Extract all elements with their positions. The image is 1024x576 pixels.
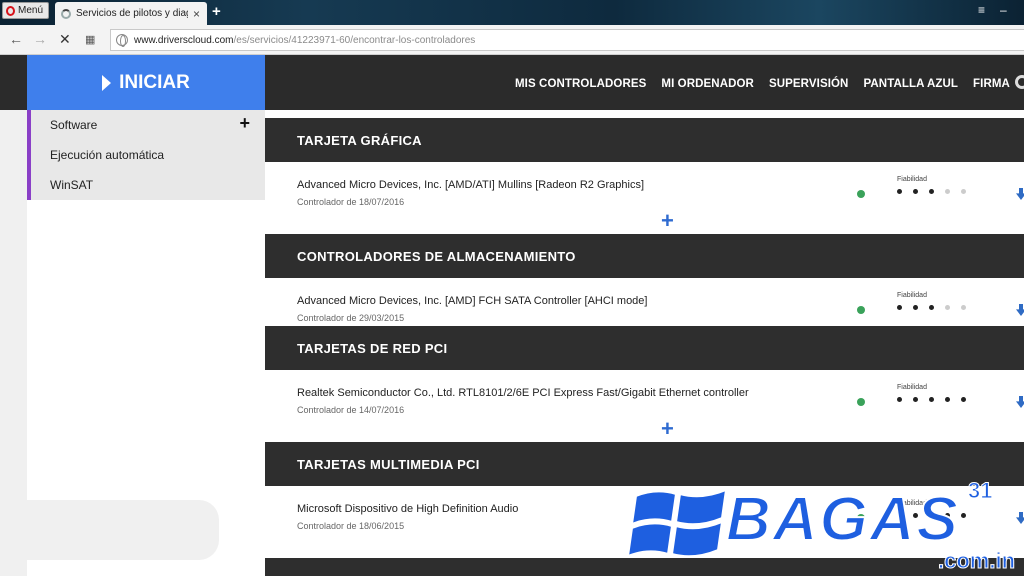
reliability-dot: [961, 189, 966, 194]
reliability-dot: [913, 189, 918, 194]
forward-arrow-icon[interactable]: →: [33, 31, 47, 47]
sidebar-item-label: Ejecución automática: [50, 148, 165, 162]
reliability-rating: [897, 189, 966, 194]
reliability-dot: [929, 189, 934, 194]
browser-tab-bar: Menú Servicios de pilotos y diag × + ≡ –: [0, 0, 1024, 25]
start-label: INICIAR: [119, 71, 190, 93]
speed-dial-icon[interactable]: ▦: [85, 33, 95, 46]
reliability-dot: [929, 305, 934, 310]
driver-row[interactable]: Realtek Semiconductor Co., Ltd. RTL8101/…: [265, 380, 1024, 428]
driver-name: Realtek Semiconductor Co., Ltd. RTL8101/…: [297, 387, 749, 399]
reliability-dot: [897, 189, 902, 194]
status-ok-icon: [857, 398, 865, 406]
reliability-dot: [945, 189, 950, 194]
reliability-dot: [945, 397, 950, 402]
driver-name: Microsoft Dispositivo de High Definition…: [297, 503, 519, 515]
gear-icon[interactable]: [1015, 75, 1024, 89]
reliability-dot: [961, 397, 966, 402]
url-input[interactable]: www.driverscloud.com/es/servicios/412239…: [110, 29, 1024, 51]
reliability-rating: [897, 305, 966, 310]
windows-logo-icon: [628, 488, 728, 558]
reliability-label: Fiabilidad: [897, 384, 927, 391]
sidebar-item-label: WinSAT: [50, 178, 94, 192]
top-navigation: MIS CONTROLADORES MI ORDENADOR SUPERVISI…: [515, 78, 1024, 90]
sidebar-item-label: Software: [50, 118, 98, 132]
sidebar-item-software[interactable]: Software +: [27, 110, 265, 140]
nav-blue-screen[interactable]: PANTALLA AZUL: [863, 78, 958, 90]
sidebar-item-winsat[interactable]: WinSAT: [27, 170, 265, 200]
status-ok-icon: [857, 306, 865, 314]
download-icon[interactable]: [1016, 304, 1024, 316]
play-icon: [102, 74, 112, 91]
status-ok-icon: [857, 190, 865, 198]
nav-monitoring[interactable]: SUPERVISIÓN: [769, 78, 849, 90]
tab-title: Servicios de pilotos y diag: [76, 8, 188, 19]
watermark-brand: BAGAS: [725, 484, 960, 555]
driver-row[interactable]: Advanced Micro Devices, Inc. [AMD/ATI] M…: [265, 172, 1024, 220]
reliability-dot: [961, 305, 966, 310]
section-header: CONTROLADORES DE ALMACENAMIENTO: [265, 234, 1024, 278]
expand-plus-icon[interactable]: +: [239, 113, 250, 134]
globe-icon: [116, 34, 128, 47]
sidebar-item-autorun[interactable]: Ejecución automática: [27, 140, 265, 170]
nav-my-drivers[interactable]: MIS CONTROLADORES: [515, 78, 646, 90]
sidebar-panel: [0, 500, 219, 560]
nav-my-computer[interactable]: MI ORDENADOR: [661, 78, 754, 90]
new-tab-button[interactable]: +: [212, 3, 221, 20]
reliability-dot: [897, 397, 902, 402]
back-arrow-icon[interactable]: ←: [9, 31, 23, 47]
browser-tab[interactable]: Servicios de pilotos y diag ×: [55, 2, 207, 25]
loading-spinner-icon: [61, 8, 71, 19]
start-button[interactable]: INICIAR: [27, 55, 265, 110]
section-header: TARJETA GRÁFICA: [265, 118, 1024, 162]
reliability-label: Fiabilidad: [897, 292, 927, 299]
watermark-domain: .com.in: [937, 548, 1016, 574]
add-more-icon[interactable]: +: [661, 210, 674, 232]
driver-name: Advanced Micro Devices, Inc. [AMD/ATI] M…: [297, 179, 645, 191]
driver-date: Controlador de 18/07/2016: [297, 197, 405, 207]
url-host: www.driverscloud.com: [134, 34, 234, 46]
driver-date: Controlador de 14/07/2016: [297, 405, 405, 415]
browser-menu-button[interactable]: Menú: [2, 2, 49, 19]
minimize-icon[interactable]: –: [1000, 3, 1007, 17]
opera-logo-icon: [6, 5, 15, 16]
address-bar: ← → ✕ ▦ www.driverscloud.com/es/servicio…: [0, 25, 1024, 55]
reliability-dot: [897, 305, 902, 310]
reliability-label: Fiabilidad: [897, 176, 927, 183]
driver-date: Controlador de 29/03/2015: [297, 313, 405, 323]
watermark: BAGAS 31 .com.in: [626, 478, 1024, 576]
driver-date: Controlador de 18/06/2015: [297, 521, 405, 531]
nav-signature[interactable]: FIRMA: [973, 78, 1010, 90]
browser-menu-label: Menú: [18, 5, 44, 16]
tab-close-icon[interactable]: ×: [193, 7, 200, 21]
stop-icon[interactable]: ✕: [59, 31, 71, 48]
section-header: TARJETAS DE RED PCI: [265, 326, 1024, 370]
tab-menu-icon[interactable]: ≡: [978, 3, 985, 17]
reliability-dot: [929, 397, 934, 402]
download-icon[interactable]: [1016, 188, 1024, 200]
reliability-dot: [945, 305, 950, 310]
reliability-rating: [897, 397, 966, 402]
driver-name: Advanced Micro Devices, Inc. [AMD] FCH S…: [297, 295, 648, 307]
add-more-icon[interactable]: +: [661, 418, 674, 440]
reliability-dot: [913, 305, 918, 310]
download-icon[interactable]: [1016, 396, 1024, 408]
url-path: /es/servicios/41223971-60/encontrar-los-…: [233, 34, 476, 46]
watermark-number: 31: [967, 478, 993, 504]
reliability-dot: [913, 397, 918, 402]
